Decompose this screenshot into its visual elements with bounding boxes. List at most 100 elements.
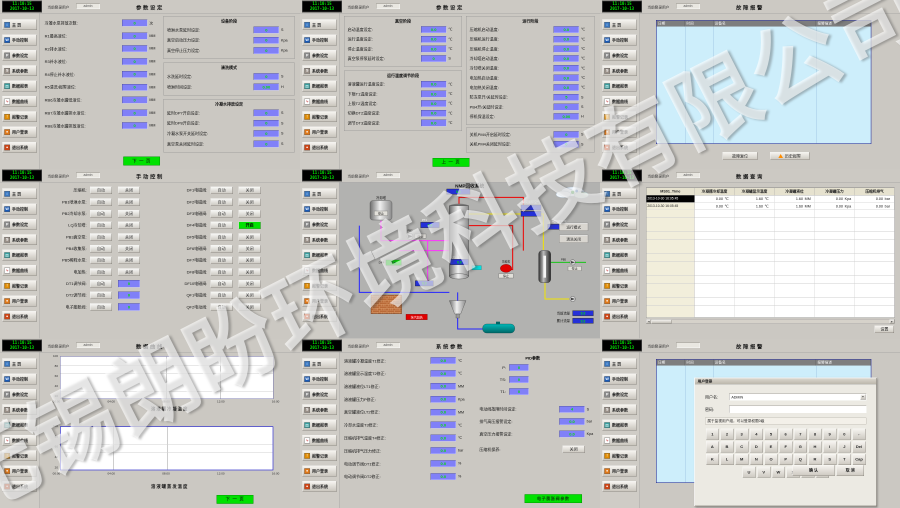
auto-mode-button[interactable]: 自动 [211,292,233,299]
scroll-thumb[interactable] [652,320,672,324]
param-value-box[interactable]: 0.0 [431,409,456,416]
param-value-box[interactable]: 0.0 [554,65,579,72]
param-value-box[interactable]: 0 [554,104,579,111]
sidebar-item[interactable]: ⌂ 主 页 [2,358,36,369]
param-value-box[interactable]: 0 [254,73,279,80]
auto-mode-button[interactable]: 自动 [211,222,233,229]
sidebar-item[interactable]: ● 用户登录 [302,465,336,476]
keyboard-key[interactable]: 9 [823,428,836,439]
keyboard-key[interactable]: 1 [706,428,719,439]
sidebar-item[interactable]: S 系统参数 [302,404,336,415]
device-state-button[interactable]: 关闭 [239,257,261,264]
auto-mode-button[interactable]: 自动 [90,257,112,264]
sidebar-item[interactable]: ∿ 数据曲线 [2,265,36,276]
keyboard-key[interactable]: D [750,441,763,452]
sidebar-item[interactable]: P 参数设定 [2,389,36,400]
param-value-box[interactable]: 0.0 [554,75,579,82]
sidebar-item[interactable]: ▤ 数据报表 [2,81,36,92]
sidebar-item[interactable]: S 系统参数 [602,235,636,246]
sidebar-item[interactable]: W 手动控制 [2,373,36,384]
keyboard-key[interactable]: M [735,454,748,465]
sidebar-item[interactable]: W 手动控制 [602,373,636,384]
sidebar-item[interactable]: ● 退出系统 [302,142,336,153]
sidebar-item[interactable]: ∿ 数据曲线 [302,96,336,107]
fault-reset-button[interactable]: 故障复位 [723,152,758,160]
username-combobox[interactable]: ADMIN ▼ [729,393,866,400]
auto-mode-button[interactable]: 自动 [90,303,112,310]
param-value-box[interactable]: 0 [554,131,579,138]
sidebar-item[interactable]: ● 退出系统 [302,311,336,322]
keyboard-key[interactable]: O [765,454,778,465]
keyboard-key[interactable]: C [735,441,748,452]
keyboard-key[interactable]: 6 [779,428,792,439]
param-value-box[interactable]: 0 [122,33,147,40]
data-table[interactable]: MS01_Time 冷凝器冷却温度 冷凝罐显示温度 冷凝罐液位 冷凝罐压力 压缩… [646,188,895,318]
param-value-box[interactable]: 0 [254,130,279,137]
param-value-box[interactable]: 0.0 [431,396,456,403]
keyboard-key[interactable]: 0 [838,428,851,439]
trend-chart-2[interactable] [60,426,273,470]
keyboard-key[interactable]: E [765,441,778,452]
keyboard-key[interactable]: R [809,454,822,465]
keyboard-key[interactable]: Del [853,441,866,452]
param-value-box[interactable]: 0 [122,20,147,27]
keyboard-key[interactable]: L [721,454,734,465]
sidebar-item[interactable]: ⌂ 主 页 [302,358,336,369]
sidebar-item[interactable]: ! 报警记录 [302,281,336,292]
param-value-box[interactable]: 0.0 [421,110,446,117]
device-state-button[interactable]: 关闭 [118,268,140,275]
sidebar-item[interactable]: ⌂ 主 页 [602,358,636,369]
sidebar-item[interactable]: P 参数设定 [2,50,36,61]
wash-mode-button[interactable]: 清洗关闭 [559,235,588,243]
compressor-maintenance-button[interactable]: 关闭 [563,445,585,452]
param-value-box[interactable]: 0 [122,97,147,104]
device-state-button[interactable]: 关闭 [239,280,261,287]
auto-mode-button[interactable]: 自动 [211,198,233,205]
confirm-button[interactable]: 确 认 [792,465,834,476]
param-value-box[interactable]: 0.0 [421,120,446,127]
keyboard-key[interactable]: Cap [853,454,866,465]
sidebar-item[interactable]: ● 用户登录 [302,127,336,138]
keyboard-key[interactable]: 2 [721,428,734,439]
device-state-button[interactable]: 关闭 [239,210,261,217]
device-state-button[interactable]: 0 [118,303,140,310]
param-value-box[interactable]: 0.0 [431,447,456,454]
sidebar-item[interactable]: ▤ 数据报表 [2,419,36,430]
param-value-box[interactable]: 0.0 [431,473,456,480]
sidebar-item[interactable]: ● 用户登录 [2,296,36,307]
sidebar-item[interactable]: ● 退出系统 [602,311,636,322]
keyboard-key[interactable]: F [779,441,792,452]
sidebar-item[interactable]: ● 用户登录 [602,465,636,476]
param-value-box[interactable]: 5 [554,94,579,101]
keyboard-key[interactable]: 7 [794,428,807,439]
keyboard-key[interactable]: 8 [809,428,822,439]
device-state-button[interactable]: 关闭 [239,245,261,252]
param-value-box[interactable]: 0 [254,120,279,127]
param-value-box[interactable]: 0.0 [554,55,579,62]
param-value-box[interactable]: 4 [559,405,584,412]
auto-mode-button[interactable]: 自动 [90,210,112,217]
scroll-right-arrow[interactable]: ► [890,320,895,324]
run-mode-button[interactable]: 运行模式 [559,223,588,231]
param-value-box[interactable]: 0.00 [554,113,579,120]
pid-value-box[interactable]: 0 [509,376,528,383]
device-state-button[interactable]: 关闭 [118,210,140,217]
sidebar-item[interactable]: ⌂ 主 页 [302,19,336,30]
sidebar-item[interactable]: W 手动控制 [302,35,336,46]
keyboard-key[interactable]: P [779,454,792,465]
device-state-button[interactable]: 关闭 [239,233,261,240]
sidebar-item[interactable]: P 参数设定 [602,219,636,230]
sidebar-item[interactable]: W 手动控制 [2,204,36,215]
sidebar-item[interactable]: P 参数设定 [602,50,636,61]
auto-mode-button[interactable]: 自动 [211,210,233,217]
horizontal-scrollbar[interactable]: ◄ ► [646,319,895,324]
param-value-box[interactable]: 0.0 [431,434,456,441]
sidebar-item[interactable]: ⌂ 主 页 [302,189,336,200]
keyboard-key[interactable]: 5 [765,428,778,439]
sidebar-item[interactable]: ∿ 数据曲线 [602,265,636,276]
sidebar-item[interactable]: ● 用户登录 [2,465,36,476]
sidebar-item[interactable]: ⌂ 主 页 [2,19,36,30]
sidebar-item[interactable]: P 参数设定 [302,219,336,230]
sidebar-item[interactable]: P 参数设定 [2,219,36,230]
keyboard-key[interactable]: 4 [750,428,763,439]
